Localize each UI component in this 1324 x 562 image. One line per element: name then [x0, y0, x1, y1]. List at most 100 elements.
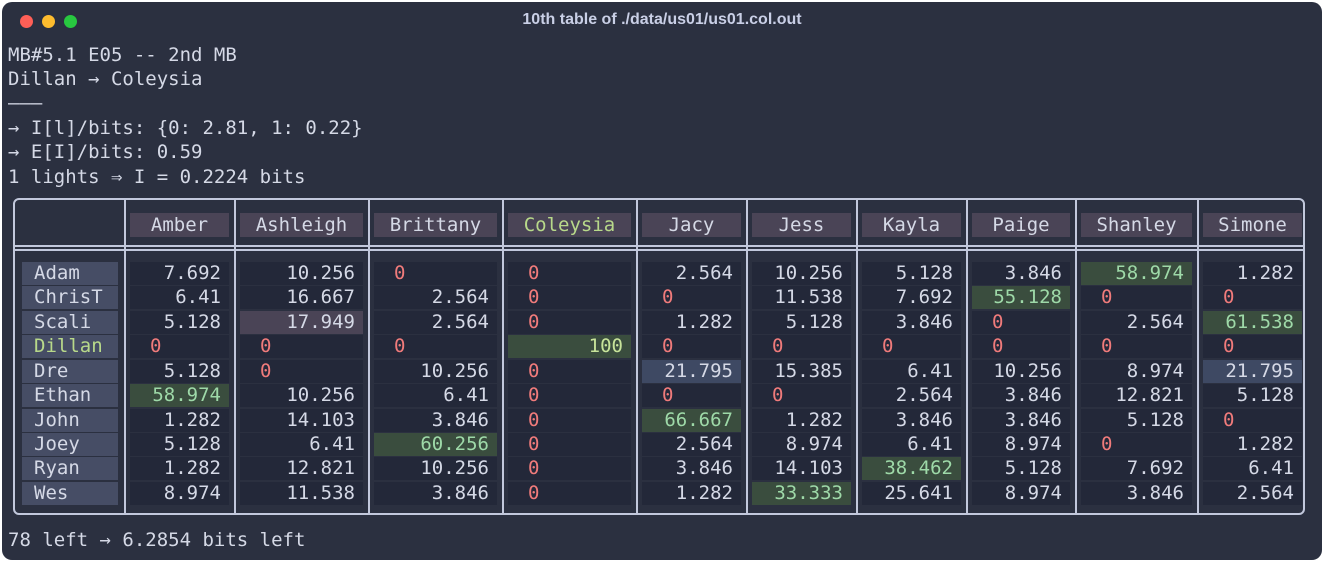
- table-cell: 6.41: [862, 433, 961, 456]
- table-cell: 100: [508, 335, 631, 358]
- table-cell: 2.564: [1203, 482, 1302, 505]
- table-cell: 2.564: [374, 311, 497, 334]
- table-cell: 0: [1203, 335, 1302, 358]
- table-cell: 25.641: [862, 482, 961, 505]
- table-cell: 7.692: [1081, 457, 1192, 480]
- table-cell: 60.256: [374, 433, 497, 456]
- table-cell: 3.846: [862, 409, 961, 432]
- table-cell: 8.974: [752, 433, 851, 456]
- table-cell: 1.282: [130, 409, 229, 432]
- row-header-scali: Scali: [22, 311, 118, 334]
- table-cell: 0: [1203, 409, 1302, 432]
- header-line-lights: 1 lights ⇒ I = 0.2224 bits: [8, 166, 306, 188]
- row-header-john: John: [22, 409, 118, 432]
- row-header-adam: Adam: [22, 262, 118, 285]
- table-cell: 14.103: [752, 457, 851, 480]
- header-divider: ———: [8, 92, 43, 114]
- row-header-ethan: Ethan: [22, 384, 118, 407]
- table-cell: 0: [508, 409, 631, 432]
- table-cell: 1.282: [1203, 262, 1302, 285]
- table-cell: 2.564: [862, 384, 961, 407]
- table-cell: 0: [508, 262, 631, 285]
- table-cell: 1.282: [130, 457, 229, 480]
- column-header-amber: Amber: [130, 213, 229, 237]
- column-header-paige: Paige: [972, 213, 1070, 237]
- table-cell: 0: [1081, 335, 1192, 358]
- footer-status: 78 left → 6.2854 bits left: [8, 529, 306, 551]
- table-cell: 11.538: [240, 482, 363, 505]
- table-cell: 8.974: [972, 482, 1070, 505]
- table-cell: 5.128: [1203, 384, 1302, 407]
- table-cell: 10.256: [240, 262, 363, 285]
- table-cell: 6.41: [130, 286, 229, 309]
- table-cell: 0: [508, 286, 631, 309]
- table-cell: 0: [862, 335, 961, 358]
- table-cell: 0: [508, 433, 631, 456]
- table-cell: 6.41: [862, 360, 961, 383]
- table-cell: 0: [374, 262, 497, 285]
- column-header-brittany: Brittany: [374, 213, 497, 237]
- table-cell: 2.564: [642, 262, 741, 285]
- table-cell: 10.256: [972, 360, 1070, 383]
- table-cell: 21.795: [1203, 360, 1302, 383]
- table-cell: 8.974: [1081, 360, 1192, 383]
- table-cell: 0: [1081, 286, 1192, 309]
- table-cell: 12.821: [1081, 384, 1192, 407]
- table-cell: 1.282: [642, 482, 741, 505]
- table-cell: 11.538: [752, 286, 851, 309]
- table-cell: 5.128: [972, 457, 1070, 480]
- table-corner: [22, 213, 118, 236]
- table-cell: 58.974: [130, 384, 229, 407]
- header-line-1: MB#5.1 E05 -- 2nd MB: [8, 44, 237, 66]
- table-cell: 3.846: [642, 457, 741, 480]
- column-header-ashleigh: Ashleigh: [240, 213, 363, 237]
- row-header-dre: Dre: [22, 360, 118, 383]
- table-cell: 0: [972, 335, 1070, 358]
- table-cell: 2.564: [1081, 311, 1192, 334]
- table-cell: 3.846: [972, 384, 1070, 407]
- table-cell: 21.795: [642, 360, 741, 383]
- row-header-christ: ChrisT: [22, 286, 118, 309]
- table-cell: 1.282: [752, 409, 851, 432]
- table-cell: 8.974: [972, 433, 1070, 456]
- table-cell: 10.256: [374, 360, 497, 383]
- column-separator: [502, 200, 504, 515]
- table-cell: 3.846: [972, 409, 1070, 432]
- table-cell: 0: [508, 360, 631, 383]
- column-header-jess: Jess: [752, 213, 851, 237]
- table-cell: 6.41: [240, 433, 363, 456]
- table-cell: 2.564: [642, 433, 741, 456]
- table-cell: 0: [508, 482, 631, 505]
- column-header-simone: Simone: [1203, 213, 1302, 237]
- column-header-kayla: Kayla: [862, 213, 961, 237]
- column-separator: [636, 200, 638, 515]
- column-separator: [234, 200, 236, 515]
- table-cell: 38.462: [862, 457, 961, 480]
- row-header-dillan: Dillan: [22, 335, 118, 358]
- table-header-divider: [15, 245, 1305, 247]
- table-cell: 17.949: [240, 311, 363, 334]
- window-title: 10th table of ./data/us01/us01.col.out: [522, 11, 802, 28]
- table-header-divider-2: [15, 249, 1305, 251]
- table-cell: 2.564: [374, 286, 497, 309]
- table-cell: 0: [240, 360, 363, 383]
- table-cell: 0: [642, 384, 741, 407]
- column-header-jacy: Jacy: [642, 213, 741, 237]
- table-cell: 66.667: [642, 409, 741, 432]
- table-cell: 12.821: [240, 457, 363, 480]
- header-line-expected: → E[I]/bits: 0.59: [8, 141, 203, 163]
- table-cell: 10.256: [240, 384, 363, 407]
- table-cell: 6.41: [1203, 457, 1302, 480]
- table-cell: 7.692: [130, 262, 229, 285]
- row-header-ryan: Ryan: [22, 457, 118, 480]
- table-cell: 5.128: [130, 311, 229, 334]
- table-cell: 5.128: [130, 433, 229, 456]
- table-cell: 10.256: [752, 262, 851, 285]
- table-cell: 55.128: [972, 286, 1070, 309]
- table-cell: 5.128: [1081, 409, 1192, 432]
- table-cell: 16.667: [240, 286, 363, 309]
- table-cell: 0: [130, 335, 229, 358]
- table-cell: 0: [374, 335, 497, 358]
- table-cell: 3.846: [862, 311, 961, 334]
- table-cell: 0: [508, 384, 631, 407]
